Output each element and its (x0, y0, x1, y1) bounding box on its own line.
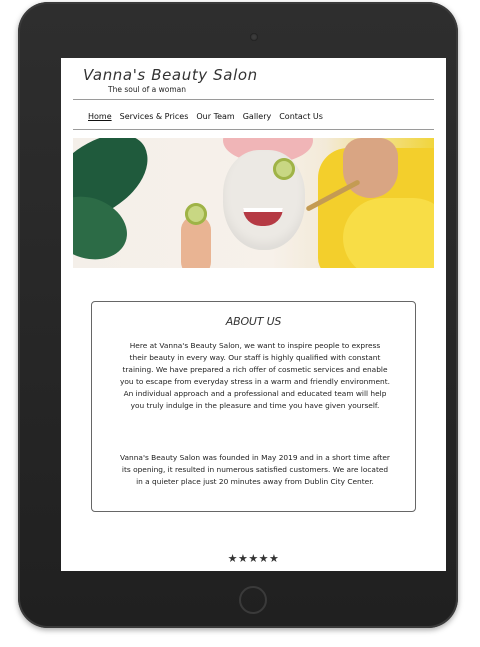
divider (73, 129, 434, 130)
towel-shape (343, 198, 434, 268)
nav-gallery[interactable]: Gallery (243, 112, 272, 121)
main-nav: Home Services & Prices Our Team Gallery … (88, 112, 323, 121)
about-paragraph: Here at Vanna's Beauty Salon, we want to… (120, 341, 390, 411)
site-title[interactable]: Vanna's Beauty Salon (83, 66, 258, 84)
camera-icon (250, 33, 258, 41)
hero-image (73, 138, 434, 268)
cucumber-slice-icon (273, 158, 295, 180)
about-title: ABOUT US (225, 315, 282, 328)
nav-our-team[interactable]: Our Team (196, 112, 234, 121)
nav-contact-us[interactable]: Contact Us (279, 112, 323, 121)
rating-stars: ★★★★★ (227, 552, 280, 565)
nav-services-prices[interactable]: Services & Prices (120, 112, 189, 121)
home-button[interactable] (239, 586, 267, 614)
about-paragraph: Vanna's Beauty Salon was founded in May … (120, 453, 390, 487)
nav-home[interactable]: Home (88, 112, 112, 121)
screen: Vanna's Beauty Salon The soul of a woman… (61, 58, 446, 571)
cucumber-slice-icon (185, 203, 207, 225)
tablet-device: Vanna's Beauty Salon The soul of a woman… (18, 2, 458, 628)
divider (73, 99, 434, 100)
site-tagline: The soul of a woman (108, 85, 187, 94)
hand-shape (343, 138, 398, 198)
about-section: ABOUT US Here at Vanna's Beauty Salon, w… (91, 301, 416, 512)
